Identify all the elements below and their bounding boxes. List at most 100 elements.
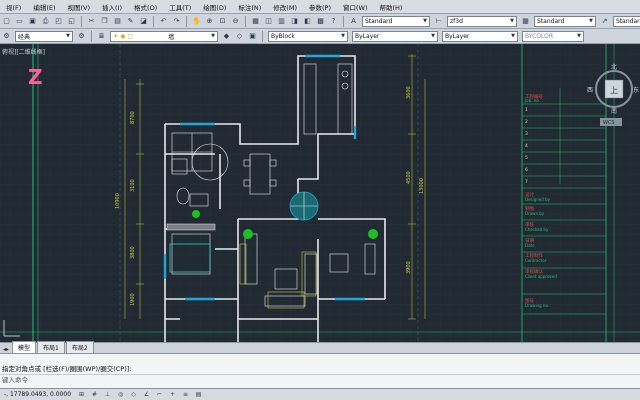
osnap-icon[interactable]: ◇ (129, 391, 138, 399)
title-project-en: Job. no. (524, 98, 540, 103)
snap-icon[interactable]: ⊞ (77, 391, 86, 399)
undo-icon[interactable]: ↶ (158, 16, 169, 27)
title-number-en: Drawing no. (525, 303, 549, 308)
plotstyle-select[interactable]: BYCOLOR ▼ (522, 30, 584, 42)
paste-icon[interactable]: ▤ (112, 16, 123, 27)
title-row: 7 (525, 179, 528, 185)
make-current-layer-icon[interactable]: ◆ (221, 31, 232, 42)
chevron-down-icon: ▼ (341, 33, 345, 39)
copy-icon[interactable]: ❐ (99, 16, 110, 27)
menu-item[interactable]: 参数(P) (303, 2, 337, 12)
linetype-select[interactable]: ByLayer ▼ (352, 30, 438, 42)
help-icon[interactable]: ? (328, 16, 339, 27)
plant-icon (192, 210, 200, 218)
menu-item[interactable]: 工具(T) (163, 2, 197, 12)
markup-icon[interactable]: ◧ (302, 16, 313, 27)
ducs-icon[interactable]: ⌐ (155, 391, 164, 399)
open-icon[interactable]: ▭ (14, 16, 25, 27)
menu-item[interactable]: 帮助(H) (373, 2, 408, 12)
stair-hatch (166, 223, 216, 231)
zoom-previous-icon[interactable]: ⊖ (230, 16, 241, 27)
dim-style-value: zf3d (450, 17, 463, 25)
design-center-icon[interactable]: ◫ (263, 16, 274, 27)
multileader-style-select[interactable]: Standard▼ (613, 15, 640, 27)
title-approve-en: Client approved (525, 274, 557, 279)
dyn-icon[interactable]: + (168, 391, 177, 399)
layer-state-icons: ☀ ◉ ▢ (113, 32, 134, 40)
sheet-set-icon[interactable]: ◨ (289, 16, 300, 27)
ortho-icon[interactable]: ⊥ (103, 391, 112, 399)
layers-properties-toolbar: ⚙ 经典 ▼ ⚙ ≣ ☀ ◉ ▢ 墙 ▼ ◆ ◇ ▣ ByBlock ▼ ByLayer… (0, 29, 640, 44)
block-editor-icon[interactable]: ◪ (138, 16, 149, 27)
tool-palettes-icon[interactable]: ▥ (276, 16, 287, 27)
lineweight-icon[interactable]: ≡ (181, 391, 190, 399)
chevron-down-icon: ▼ (510, 18, 514, 24)
multileader-style-icon: ↗ (601, 17, 608, 25)
print-icon[interactable]: ⎙ (40, 16, 51, 27)
publish-icon[interactable]: ◱ (66, 16, 77, 27)
command-input[interactable]: 键入命令 (0, 375, 640, 386)
color-select[interactable]: ByBlock ▼ (268, 30, 348, 42)
multileader-style-value: Standard (616, 17, 640, 25)
watermark-letter: Z (28, 65, 43, 89)
chevron-down-icon: ▼ (66, 33, 70, 39)
title-date-en: Date (525, 243, 535, 248)
drawing-svg[interactable]: 8700 3100 10900 3800 1900 3600 4500 3900… (0, 44, 640, 342)
menu-item[interactable]: 修改(M) (267, 2, 303, 12)
toolbar-separator (81, 15, 82, 27)
chevron-down-icon: ▼ (211, 33, 215, 39)
coordinate-readout: -, 17789.0493, 0.0000 (4, 391, 72, 398)
menu-item[interactable]: 格式(O) (128, 2, 163, 12)
layer-manager-icon[interactable]: ≣ (96, 31, 107, 42)
menu-item[interactable]: 绘图(D) (197, 2, 232, 12)
drawing-canvas[interactable]: 8700 3100 10900 3800 1900 3600 4500 3900… (0, 44, 640, 342)
tab-model[interactable]: 模型 (12, 341, 37, 353)
quick-properties-icon[interactable]: ▤ (194, 391, 203, 399)
text-style-value: Standard (365, 17, 393, 25)
workspace-select[interactable]: 经典 ▼ (15, 30, 73, 42)
linetype-value: ByLayer (355, 32, 380, 40)
calculator-icon[interactable]: ▩ (315, 16, 326, 27)
grid-icon[interactable]: # (90, 391, 99, 399)
plotstyle-value: BYCOLOR (525, 32, 554, 40)
viewport-label[interactable]: 俯视][二维线框] (2, 47, 45, 56)
cut-icon[interactable]: ✂ (86, 16, 97, 27)
pan-icon[interactable]: ✋ (191, 16, 202, 27)
properties-icon[interactable]: ▦ (250, 16, 261, 27)
title-design-en: Designed by (525, 197, 551, 202)
viewcube-top-label: 上 (610, 86, 618, 95)
menu-item[interactable]: 标注(N) (232, 2, 267, 12)
zoom-realtime-icon[interactable]: ⊕ (204, 16, 215, 27)
zoom-window-icon[interactable]: ⊡ (217, 16, 228, 27)
lineweight-select[interactable]: ByLayer ▼ (442, 30, 518, 42)
tab-layout1[interactable]: 布局1 (37, 341, 65, 353)
dim-style-select[interactable]: zf3d ▼ (447, 15, 517, 27)
preview-icon[interactable]: ◰ (53, 16, 64, 27)
menu-item[interactable]: 编辑(E) (27, 2, 61, 12)
layer-select[interactable]: ☀ ◉ ▢ 墙 ▼ (110, 30, 218, 42)
menu-item[interactable]: 插入(I) (96, 2, 128, 12)
workspace-settings-icon[interactable]: ⚙ (76, 31, 87, 42)
save-icon[interactable]: ▣ (27, 16, 38, 27)
dim-label: 1900 (130, 293, 136, 306)
title-row: 2 (525, 119, 528, 125)
polar-icon[interactable]: ◎ (116, 391, 125, 399)
menu-item[interactable]: 窗口(W) (337, 2, 374, 12)
workspace-icon: ⚙ (3, 32, 10, 40)
toolbar-separator (343, 15, 344, 27)
tab-layout2[interactable]: 布局2 (65, 341, 94, 353)
menu-item[interactable]: 视图(V) (62, 2, 97, 12)
new-icon[interactable]: ▢ (1, 16, 12, 27)
text-style-select[interactable]: Standard ▼ (362, 15, 430, 27)
color-value: ByBlock (271, 32, 295, 40)
table-style-select[interactable]: Standard ▼ (534, 15, 596, 27)
redo-icon[interactable]: ↷ (171, 16, 182, 27)
tab-nav-arrows[interactable]: ◂▸ (0, 346, 12, 353)
command-window: 指定对角点或 [栏选(F)/圈围(WP)/圈交(CP)]: 键入命令 (0, 353, 640, 388)
otrack-icon[interactable]: ∠ (142, 391, 151, 399)
plant-icon (368, 229, 378, 239)
layer-states-icon[interactable]: ▣ (247, 31, 258, 42)
layer-previous-icon[interactable]: ◇ (234, 31, 245, 42)
menu-item[interactable]: 视(F) (0, 2, 27, 12)
match-properties-icon[interactable]: ✎ (125, 16, 136, 27)
